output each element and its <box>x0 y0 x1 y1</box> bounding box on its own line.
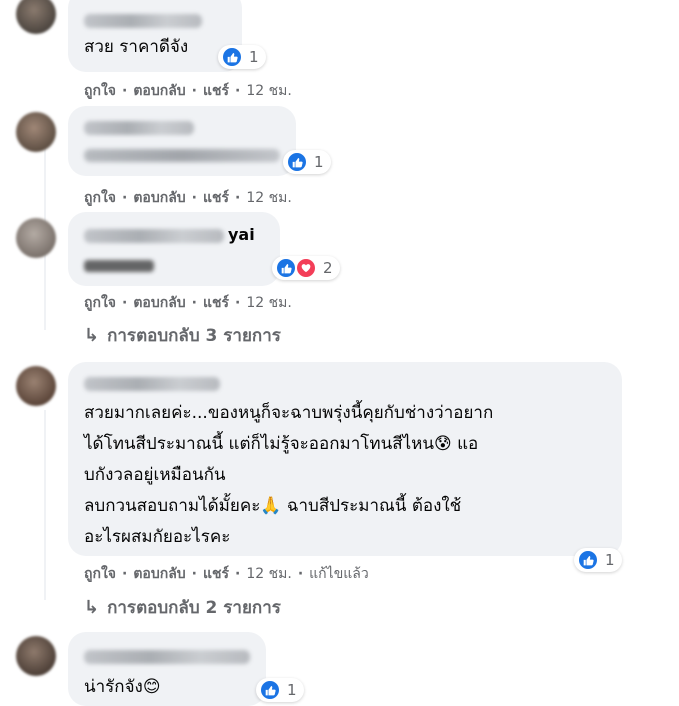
avatar[interactable] <box>16 636 56 676</box>
reaction-summary[interactable]: 1 <box>283 150 331 174</box>
avatar[interactable] <box>16 112 56 152</box>
reaction-summary[interactable]: 2 <box>272 256 340 280</box>
view-replies-link[interactable]: ↳ การตอบกลับ 2 รายการ <box>84 594 281 621</box>
share-link[interactable]: แชร์ <box>203 563 229 585</box>
avatar[interactable] <box>16 218 56 258</box>
reaction-summary[interactable]: 1 <box>256 678 304 702</box>
reply-link[interactable]: ตอบกลับ <box>133 187 185 209</box>
comment-text-redacted <box>84 260 154 272</box>
commenter-name[interactable] <box>84 14 202 28</box>
like-link[interactable]: ถูกใจ <box>84 292 116 314</box>
avatar[interactable] <box>16 0 56 34</box>
share-link[interactable]: แชร์ <box>203 80 229 102</box>
reply-link[interactable]: ตอบกลับ <box>133 563 185 585</box>
commenter-name[interactable] <box>84 229 224 243</box>
thumbs-up-icon <box>221 46 243 68</box>
replies-label: การตอบกลับ 3 รายการ <box>107 326 281 346</box>
avatar[interactable] <box>16 366 56 406</box>
thumbs-up-icon <box>275 257 297 279</box>
reply-arrow-icon: ↳ <box>84 325 100 346</box>
reaction-count: 1 <box>249 48 259 66</box>
comment-bubble <box>68 106 296 176</box>
comment-actions: ถูกใจ · ตอบกลับ · แชร์ · 12 ชม. <box>84 187 292 209</box>
comment-actions: ถูกใจ · ตอบกลับ · แชร์ · 12 ชม. · แก้ไขแ… <box>84 563 369 585</box>
reply-link[interactable]: ตอบกลับ <box>133 292 185 314</box>
view-replies-link[interactable]: ↳ การตอบกลับ 3 รายการ <box>84 322 281 349</box>
heart-icon <box>295 257 317 279</box>
reaction-count: 2 <box>323 259 333 277</box>
share-link[interactable]: แชร์ <box>203 187 229 209</box>
share-link[interactable]: แชร์ <box>203 292 229 314</box>
comment-text: สวย ราคาดีจัง <box>84 37 189 57</box>
commenter-name-suffix: yai <box>228 225 255 244</box>
commenter-name[interactable] <box>84 650 250 664</box>
comment-text: น่ารักจัง😊 <box>84 677 161 697</box>
like-link[interactable]: ถูกใจ <box>84 80 116 102</box>
comment-text-redacted <box>84 149 280 162</box>
reply-arrow-icon: ↳ <box>84 597 100 618</box>
thumbs-up-icon <box>286 151 308 173</box>
timestamp[interactable]: 12 ชม. <box>246 80 291 102</box>
reaction-count: 1 <box>287 681 297 699</box>
timestamp[interactable]: 12 ชม. <box>246 292 291 314</box>
edited-label[interactable]: แก้ไขแล้ว <box>309 563 369 585</box>
like-link[interactable]: ถูกใจ <box>84 187 116 209</box>
comment-actions: ถูกใจ · ตอบกลับ · แชร์ · 12 ชม. <box>84 80 292 102</box>
reaction-summary[interactable]: 1 <box>218 45 266 69</box>
like-link[interactable]: ถูกใจ <box>84 563 116 585</box>
thread-line <box>44 410 46 600</box>
comment-actions: ถูกใจ · ตอบกลับ · แชร์ · 12 ชม. <box>84 292 292 314</box>
reply-link[interactable]: ตอบกลับ <box>133 80 185 102</box>
commenter-name[interactable] <box>84 121 194 135</box>
commenter-name[interactable] <box>84 377 220 391</box>
reaction-count: 1 <box>605 551 615 569</box>
thumbs-up-icon <box>577 549 599 571</box>
thumbs-up-icon <box>259 679 281 701</box>
timestamp[interactable]: 12 ชม. <box>246 187 291 209</box>
timestamp[interactable]: 12 ชม. <box>246 563 291 585</box>
replies-label: การตอบกลับ 2 รายการ <box>107 598 281 618</box>
reaction-summary[interactable]: 1 <box>574 548 622 572</box>
reaction-count: 1 <box>314 153 324 171</box>
